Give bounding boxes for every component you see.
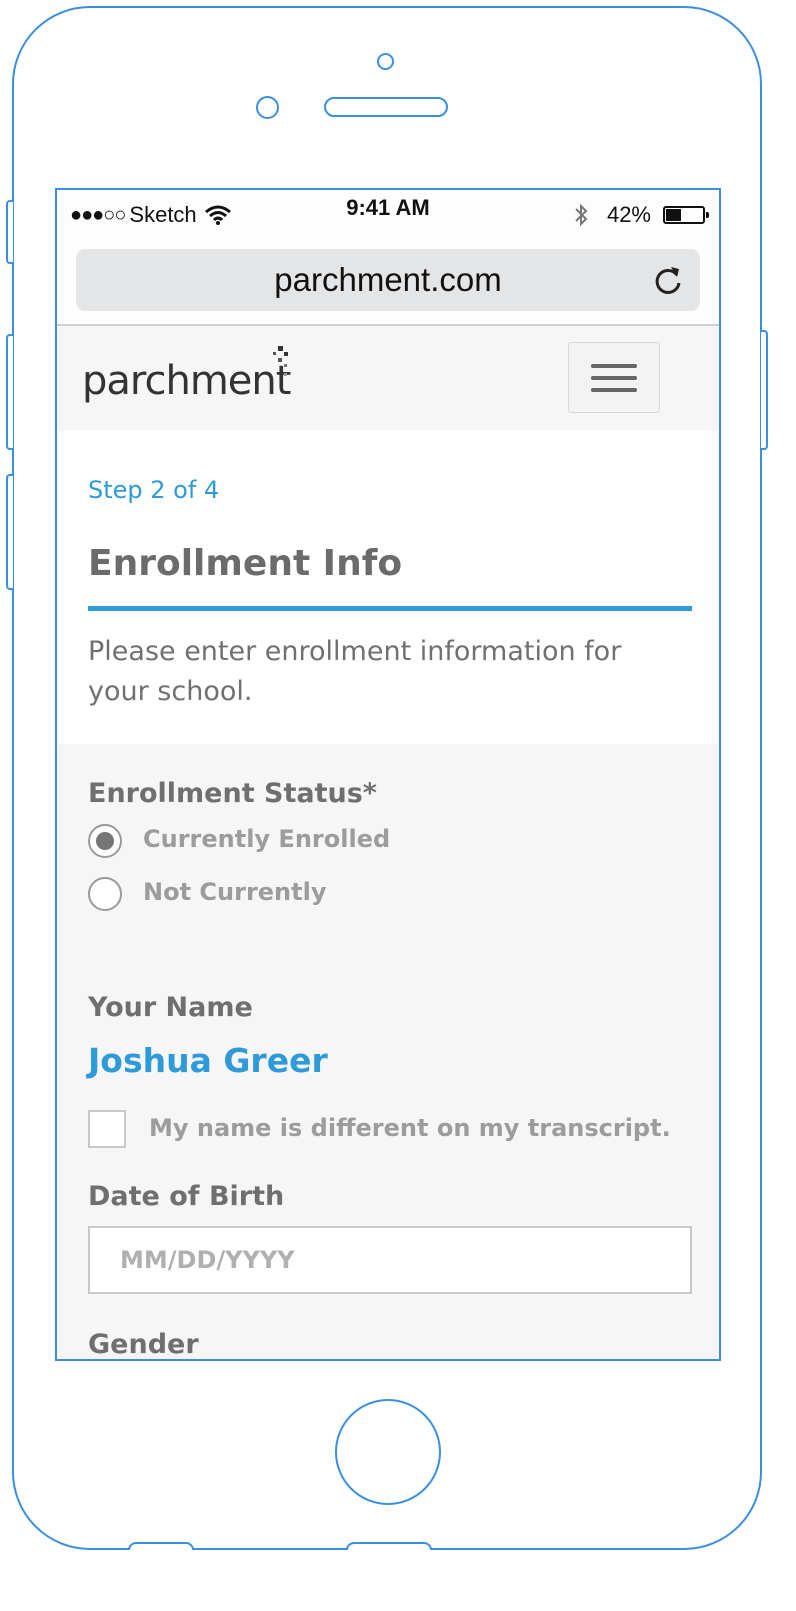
device-bottom-detail (128, 1542, 194, 1550)
step-indicator: Step 2 of 4 (88, 476, 220, 504)
battery-icon (663, 205, 709, 225)
date-of-birth-label: Date of Birth (88, 1181, 285, 1212)
gender-label: Gender (88, 1329, 199, 1360)
radio-label-not-currently[interactable]: Not Currently (143, 878, 326, 906)
your-name-value: Joshua Greer (88, 1041, 328, 1080)
name-different-checkbox[interactable] (88, 1110, 126, 1148)
front-camera-icon (377, 53, 394, 70)
browser-chrome: parchment.com (57, 236, 719, 326)
bluetooth-icon (575, 203, 588, 227)
name-different-label[interactable]: My name is different on my transcript. (149, 1114, 671, 1142)
home-button[interactable] (335, 1399, 441, 1505)
your-name-label: Your Name (88, 992, 253, 1023)
logo-text: parchment (82, 358, 291, 404)
hamburger-icon (591, 376, 637, 380)
status-right: 42% (573, 202, 709, 228)
hamburger-icon (591, 388, 637, 392)
page-description: Please enter enrollment information for … (88, 636, 622, 707)
phone-screen: ●●●○○ Sketch 9:41 AM 42% parchment.com p… (55, 188, 721, 1361)
radio-currently-enrolled[interactable] (88, 824, 122, 858)
reload-icon[interactable] (652, 263, 684, 297)
parchment-logo[interactable]: parchment (82, 346, 292, 410)
address-bar[interactable]: parchment.com (76, 249, 700, 311)
logo-dots-icon (273, 346, 288, 376)
power-button (761, 330, 768, 450)
title-underline (88, 606, 692, 611)
intro-section: Step 2 of 4 Enrollment Info Please enter… (57, 430, 719, 744)
volume-down-button (6, 474, 13, 590)
speaker-grille (324, 97, 448, 117)
sensor-icon (256, 96, 279, 119)
site-header: parchment (57, 326, 719, 430)
hamburger-menu-button[interactable] (568, 342, 660, 413)
enrollment-form: Enrollment Status* Currently Enrolled No… (57, 744, 719, 1360)
mute-switch (6, 200, 13, 264)
radio-label-currently-enrolled[interactable]: Currently Enrolled (143, 825, 390, 853)
url-text: parchment.com (274, 261, 502, 298)
hamburger-icon (591, 364, 637, 368)
battery-percent: 42% (606, 202, 651, 227)
page-title: Enrollment Info (88, 543, 403, 584)
status-bar: ●●●○○ Sketch 9:41 AM 42% (57, 190, 719, 236)
radio-not-currently[interactable] (88, 877, 122, 911)
enrollment-status-label: Enrollment Status* (88, 778, 377, 809)
date-of-birth-input[interactable] (88, 1226, 692, 1294)
volume-up-button (6, 334, 13, 450)
device-bottom-detail (346, 1542, 432, 1550)
